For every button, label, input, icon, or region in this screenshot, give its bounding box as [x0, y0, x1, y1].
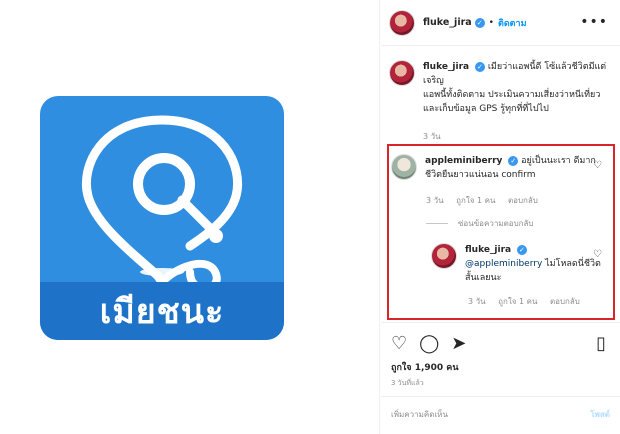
bookmark-icon[interactable]: ▯ — [596, 333, 606, 354]
comment-time[interactable]: 3 วัน — [426, 196, 444, 205]
add-comment-bar: เพิ่มความคิดเห็น โพสต์ — [381, 396, 620, 434]
verified-badge-icon: ✓ — [474, 17, 485, 28]
post-comment-button[interactable]: โพสต์ — [590, 408, 610, 421]
more-options-icon[interactable]: ••• — [580, 14, 608, 30]
likes-count[interactable]: ถูกใจ 1,900 คน — [391, 360, 458, 374]
follow-button[interactable]: ติดตาม — [498, 16, 527, 30]
verified-badge-icon: ✓ — [474, 61, 485, 72]
comment-text: appleminiberry ✓ อยู่เป็นนะเรา ดีมาก ชีว… — [425, 154, 601, 182]
header-separator: • — [488, 17, 494, 28]
post-caption: fluke_jira ✓ เมียว่าแอพนี้ดี โซ้แล้วชีวิ… — [389, 60, 614, 116]
reply-reply-button[interactable]: ตอบกลับ — [550, 297, 580, 306]
post-media[interactable]: เมียชนะ — [0, 0, 380, 434]
like-icon[interactable]: ♡ — [391, 333, 407, 354]
header-username[interactable]: fluke_jira — [423, 17, 472, 28]
post-sidebar: fluke_jira ✓ • ติดตาม ••• fluke_jira ✓ เ… — [381, 0, 620, 434]
comment-likes[interactable]: ถูกใจ 1 คน — [456, 196, 495, 205]
caption-username[interactable]: fluke_jira — [423, 62, 469, 72]
comment-meta: 3 วัน ถูกใจ 1 คน ตอบกลับ — [426, 194, 548, 207]
reply-time[interactable]: 3 วัน — [468, 297, 486, 306]
caption-line3: และเก็บข้อมูล GPS รู้ทุกที่ที่ไปไป — [423, 104, 549, 114]
reply-avatar[interactable] — [431, 243, 457, 269]
comment-username[interactable]: appleminiberry — [425, 156, 502, 166]
comment-like-icon[interactable]: ♡ — [593, 160, 602, 171]
reply-username[interactable]: fluke_jira — [465, 245, 511, 255]
app-icon-image: เมียชนะ — [40, 96, 284, 340]
comment-avatar[interactable] — [391, 154, 417, 180]
verified-badge-icon: ✓ — [508, 155, 519, 166]
comment-input[interactable]: เพิ่มความคิดเห็น — [391, 408, 448, 421]
comment-icon[interactable]: ◯ — [419, 333, 439, 354]
reply-item: fluke_jira ✓ @appleminiberry ไม่โหลดนี่ช… — [431, 243, 606, 285]
hide-replies-button[interactable]: ซ่อนข้อความตอบกลับ — [426, 217, 534, 230]
reply-likes[interactable]: ถูกใจ 1 คน — [498, 297, 537, 306]
post-time[interactable]: 3 วันที่แล้ว — [391, 378, 424, 389]
share-icon[interactable]: ➤ — [451, 333, 466, 354]
comment-reply-button[interactable]: ตอบกลับ — [508, 196, 538, 205]
hide-replies-label: ซ่อนข้อความตอบกลับ — [458, 219, 534, 228]
avatar[interactable] — [389, 9, 415, 36]
caption-time[interactable]: 3 วัน — [423, 130, 441, 143]
comment-item: appleminiberry ✓ อยู่เป็นนะเรา ดีมาก ชีว… — [391, 154, 601, 182]
app-brand-text: เมียชนะ — [40, 282, 284, 340]
caption-line2: แอพนี้ทั้งติดตาม ประเมินความเสี่ยงว่าหนี… — [423, 90, 601, 100]
caption-text: fluke_jira ✓ เมียว่าแอพนี้ดี โซ้แล้วชีวิ… — [423, 60, 614, 116]
reply-like-icon[interactable]: ♡ — [593, 249, 602, 260]
action-icons: ♡ ◯ ➤ — [391, 333, 466, 354]
post-header: fluke_jira ✓ • ติดตาม ••• — [381, 0, 620, 46]
verified-badge-icon: ✓ — [516, 244, 527, 255]
caption-avatar[interactable] — [389, 60, 415, 86]
reply-mention[interactable]: @appleminiberry — [465, 259, 542, 269]
reply-meta: 3 วัน ถูกใจ 1 คน ตอบกลับ — [468, 295, 590, 308]
reply-text: fluke_jira ✓ @appleminiberry ไม่โหลดนี่ช… — [465, 243, 606, 285]
replies-divider — [426, 223, 448, 224]
